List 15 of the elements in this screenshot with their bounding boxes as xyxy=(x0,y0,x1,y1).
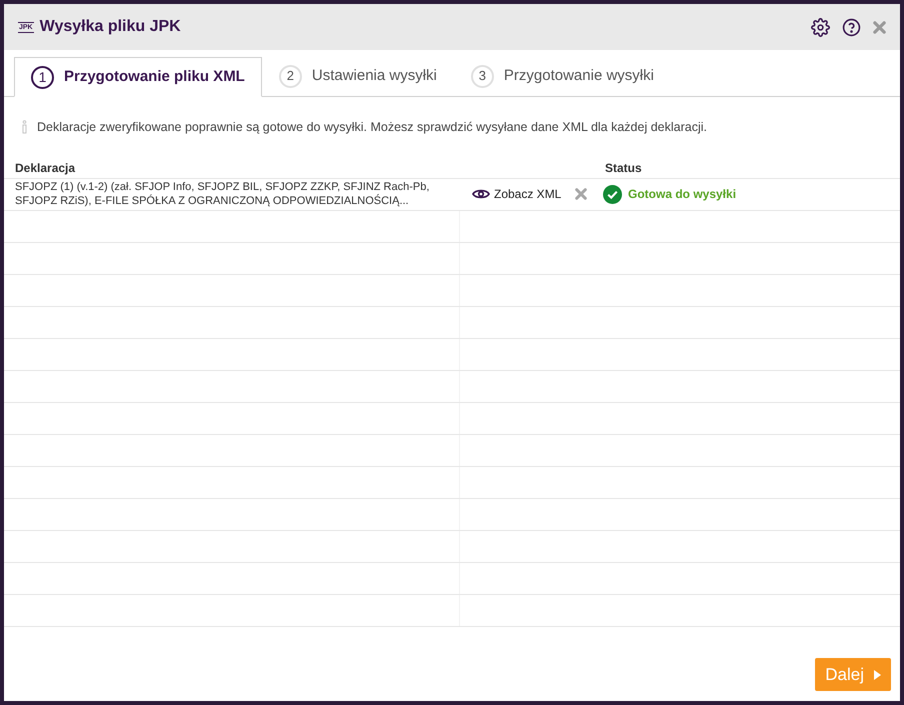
help-icon[interactable] xyxy=(842,18,861,36)
eye-icon xyxy=(472,188,490,200)
step-tab[interactable]: 3 Przygotowanie wysyłki xyxy=(454,56,671,96)
column-header: Deklaracja xyxy=(14,160,76,178)
info-icon xyxy=(22,120,27,134)
step-tab[interactable]: 1 Przygotowanie pliku XML xyxy=(14,57,262,97)
settings-icon[interactable] xyxy=(811,18,830,36)
column-header: Status xyxy=(604,160,642,178)
table-cell-text: SFJOPZ (1) (v.1-2) (zał. SFJOP Info, SFJOPZ BIL, SFJOPZ ZZKP, SFJINZ Rach-Pb, SFJOPZ RZiS), E-FILE SPÓŁKA Z OGRANICZONĄ ODPOWIEDZIALNOŚCIĄ... xyxy=(14,180,430,208)
play-icon xyxy=(874,670,881,680)
window-title: Wysyłka pliku JPK xyxy=(40,17,181,37)
info-text: Deklaracje zweryfikowane poprawnie są gotowe do wysyłki. Możesz sprawdzić wysyłane dane XML dla każdej deklaracji. xyxy=(37,119,707,136)
status-text: Gotowa do wysyłki xyxy=(628,186,736,204)
view-xml-button[interactable]: Zobacz XML xyxy=(472,185,562,204)
step-tab[interactable]: 2 Ustawienia wysyłki xyxy=(262,56,454,96)
